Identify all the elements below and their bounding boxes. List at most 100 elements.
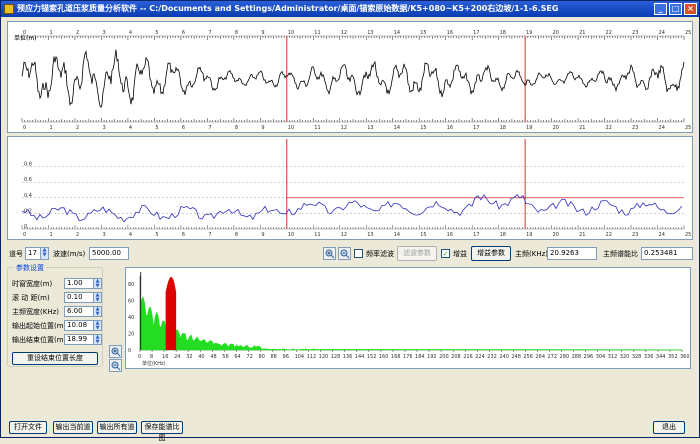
spectrum-tick-label: 352 <box>668 354 678 360</box>
param-input[interactable]: 1.00 ▲ ▼ <box>64 278 102 289</box>
waveform-top-tick-label: 0 <box>23 30 26 36</box>
spectrum-tick-label: 224 <box>475 354 485 360</box>
spectrum-zoom-out-icon[interactable] <box>109 359 122 372</box>
waveform-tick <box>339 36 364 122</box>
param-input[interactable]: 0.10 ▲ ▼ <box>64 292 102 303</box>
energy-tick-label: 9 <box>261 232 264 238</box>
param-input[interactable]: 6.00 ▲ ▼ <box>64 306 102 317</box>
spectrum-tick-label: 272 <box>548 354 558 360</box>
spectrum-tick-label: 72 <box>246 354 252 360</box>
spectrum-tick-label: 168 <box>391 354 401 360</box>
energy-tick-label: 10 <box>288 232 294 238</box>
waveform-tick <box>154 36 179 122</box>
spectrum-ylabel: 20 <box>128 332 134 338</box>
export-all-button[interactable]: 输出所有道 <box>97 421 137 434</box>
spectrum-zoom-in-icon[interactable] <box>109 345 122 358</box>
save-spectrum-button[interactable]: 保存能谱比图 <box>141 421 183 442</box>
waveform-bottom-tick-label: 9 <box>261 125 264 131</box>
energy-tick-label: 7 <box>208 232 211 238</box>
app-icon <box>4 4 14 14</box>
maximize-button[interactable]: □ <box>669 3 682 15</box>
channel-input[interactable]: 17 ▲ ▼ <box>25 247 49 260</box>
params-group: 参数设置 时窗宽度(m) 1.00 ▲ ▼ 滚 动 距(m) 0.10 ▲ ▼ 主频宽度(KHz… <box>7 263 103 367</box>
reset-end-position-button[interactable]: 重设结束位置长度 <box>12 352 98 365</box>
gain-label: 增益 <box>453 250 467 258</box>
energy-tick-label: 0 <box>23 232 26 238</box>
window-title: 预应力锚索孔道压浆质量分析软件 -- C:/Documents and Sett… <box>17 4 559 13</box>
spectrum-tick-label: 344 <box>656 354 666 360</box>
filter-params-button[interactable]: 滤波参数 <box>397 246 437 261</box>
channel-spinner[interactable]: ▲ ▼ <box>40 248 48 259</box>
waveform-top-tick-label: 7 <box>208 30 211 36</box>
export-current-button[interactable]: 输出当前道 <box>53 421 93 434</box>
gain-params-button[interactable]: 增益参数 <box>471 246 511 261</box>
spectrum-tick-label: 184 <box>415 354 425 360</box>
open-file-button[interactable]: 打开文件 <box>9 421 47 434</box>
waveform-tick <box>445 36 470 122</box>
spectrum-tick-label: 240 <box>499 354 509 360</box>
spectrum-tick-label: 256 <box>523 354 533 360</box>
energy-tick-label: 17 <box>473 232 479 238</box>
param-spinner[interactable]: ▲ ▼ <box>93 321 101 331</box>
waveform-bottom-tick-label: 4 <box>129 125 132 131</box>
waveform-top-tick-label: 14 <box>394 30 400 36</box>
main-freq-label: 主频(KHz) <box>515 250 548 258</box>
spectrum-tick-label: 128 <box>331 354 341 360</box>
spectrum-ylabel: 80 <box>128 282 134 288</box>
waveform-tick <box>471 36 497 122</box>
energy-ratio-chart[interactable]: 0.80.60.40.200 1 2 3 4 5 6 7 8 9 10 11 12 13 14 15 16 17 1… <box>8 137 692 239</box>
param-input[interactable]: 18.99 ▲ ▼ <box>64 334 102 345</box>
waveform-bottom-tick-label: 10 <box>288 125 294 131</box>
waveform-chart[interactable]: 单位(m) 0011223344556677889910101111121213… <box>8 22 692 132</box>
gain-checkbox[interactable]: ✓ <box>441 249 450 258</box>
exit-button[interactable]: 退出 <box>653 421 685 434</box>
zoom-in-icon[interactable] <box>323 247 336 260</box>
energy-tick-label: 16 <box>447 232 453 238</box>
spectrum-tick-label: 112 <box>307 354 317 360</box>
spectrum-tick-label: 176 <box>403 354 413 360</box>
waveform-bottom-tick-label: 1 <box>49 125 52 131</box>
param-input[interactable]: 10.08 ▲ ▼ <box>64 320 102 331</box>
spectrum-chart[interactable]: 8060402000 8 16 24 32 40 48 56 64 72 80 88 96 104 112 1… <box>126 268 690 368</box>
param-spinner[interactable]: ▲ ▼ <box>93 335 101 345</box>
energy-tick-label: 2 <box>76 232 79 238</box>
spectrum-tick-label: 232 <box>487 354 497 360</box>
waveform-tick <box>392 36 417 122</box>
zoom-out-icon[interactable] <box>338 247 351 260</box>
waveform-bottom-tick-label: 19 <box>526 125 532 131</box>
param-label: 输出起始位置(m) <box>12 322 67 330</box>
spectrum-tick-label: 248 <box>511 354 521 360</box>
spectrum-ylabel: 40 <box>128 315 134 321</box>
param-label: 滚 动 距(m) <box>12 294 50 302</box>
spectrum-tick-label: 88 <box>270 354 276 360</box>
spectrum-tick-label: 8 <box>150 354 153 360</box>
energy-tick-label: 24 <box>659 232 665 238</box>
freq-filter-checkbox[interactable] <box>354 249 363 258</box>
title-bar[interactable]: 预应力锚索孔道压浆质量分析软件 -- C:/Documents and Sett… <box>1 1 699 17</box>
spectrum-tick-label: 152 <box>367 354 377 360</box>
energy-tick-label: 13 <box>367 232 373 238</box>
close-button[interactable]: × <box>684 3 697 15</box>
param-spinner[interactable]: ▲ ▼ <box>93 293 101 303</box>
waveform-bottom-tick-label: 25 <box>685 125 691 131</box>
waveform-bottom-tick-label: 17 <box>473 125 479 131</box>
waveform-top-tick-label: 22 <box>606 30 612 36</box>
waveform-top-tick-label: 10 <box>288 30 294 36</box>
energy-tick-label: 11 <box>314 232 320 238</box>
waveform-top-tick-label: 13 <box>367 30 373 36</box>
spectrum-tick-label: 24 <box>174 354 180 360</box>
waveform-top-tick-label: 11 <box>314 30 320 36</box>
param-spinner[interactable]: ▲ ▼ <box>93 307 101 317</box>
waveform-bottom-tick-label: 24 <box>659 125 665 131</box>
minimize-button[interactable]: _ <box>654 3 667 15</box>
spectrum-tick-label: 160 <box>379 354 389 360</box>
waveform-tick <box>418 36 444 122</box>
waveform-bottom-tick-label: 0 <box>23 125 26 131</box>
energy-tick-label: 12 <box>341 232 347 238</box>
param-value: 0.10 <box>67 293 83 301</box>
velocity-input[interactable]: 5000.00 <box>89 247 129 260</box>
param-spinner[interactable]: ▲ ▼ <box>93 279 101 289</box>
energy-trace <box>21 193 683 223</box>
waveform-tick <box>207 36 232 122</box>
waveform-bottom-tick-label: 13 <box>367 125 373 131</box>
